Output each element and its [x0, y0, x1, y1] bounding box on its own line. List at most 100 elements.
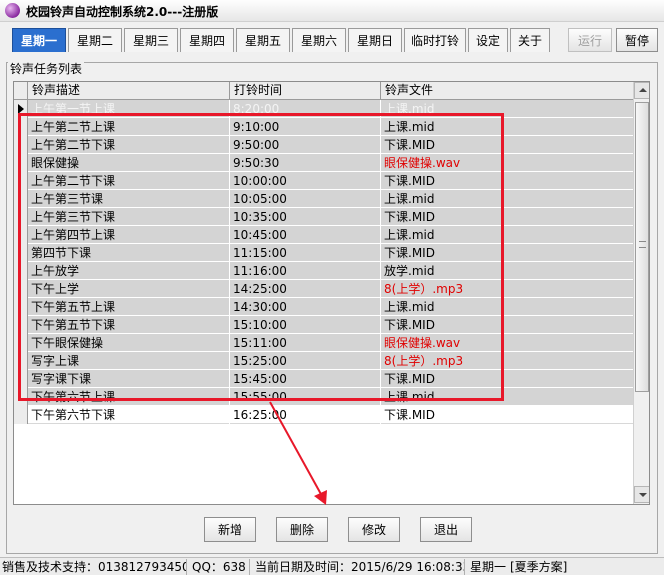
table-row[interactable]: 上午第三节下课 10:35:00 下课.MID: [14, 208, 634, 226]
cell-time: 15:55:00: [230, 388, 381, 406]
row-indicator[interactable]: [14, 208, 28, 226]
table-row[interactable]: 下午上学 14:25:00 8(上学）.mp3: [14, 280, 634, 298]
title-bar: 校园铃声自动控制系统2.0---注册版: [0, 0, 664, 22]
cell-time: 9:50:30: [230, 154, 381, 172]
tab-6[interactable]: 星期六: [292, 28, 346, 52]
row-indicator[interactable]: [14, 118, 28, 136]
row-indicator[interactable]: [14, 370, 28, 388]
tab-7[interactable]: 星期日: [348, 28, 402, 52]
task-table[interactable]: 铃声描述 打铃时间 铃声文件 上午第一节上课 8:20:00 上课.mid 上午第二节…: [13, 81, 650, 505]
table-row[interactable]: 上午第二节上课 9:10:00 上课.mid: [14, 118, 634, 136]
cell-file: 下课.MID: [381, 172, 634, 190]
table-row[interactable]: 下午第五节下课 15:10:00 下课.MID: [14, 316, 634, 334]
table-rows: 上午第一节上课 8:20:00 上课.mid 上午第二节上课 9:10:00 上课.mid…: [14, 100, 634, 424]
cell-file: 下课.MID: [381, 370, 634, 388]
row-indicator[interactable]: [14, 388, 28, 406]
cell-time: 15:25:00: [230, 352, 381, 370]
tab-5[interactable]: 星期五: [236, 28, 290, 52]
scroll-up-button[interactable]: [634, 82, 649, 99]
tab-8[interactable]: 临时打铃: [404, 28, 466, 52]
window-title: 校园铃声自动控制系统2.0---注册版: [26, 5, 219, 19]
row-indicator[interactable]: [14, 406, 28, 424]
cell-time: 10:35:00: [230, 208, 381, 226]
cell-file: 8(上学）.mp3: [381, 352, 634, 370]
cell-file: 下课.MID: [381, 136, 634, 154]
cell-file: 下课.MID: [381, 406, 634, 424]
run-button[interactable]: 运行: [568, 28, 612, 52]
cell-desc: 上午第一节上课: [28, 100, 230, 118]
cell-desc: 写字上课: [28, 352, 230, 370]
column-header-time[interactable]: 打铃时间: [230, 82, 381, 100]
cell-desc: 下午上学: [28, 280, 230, 298]
cell-desc: 上午第三节课: [28, 190, 230, 208]
add-button[interactable]: 新增: [204, 517, 256, 542]
cell-time: 15:10:00: [230, 316, 381, 334]
cell-file: 上课.mid: [381, 226, 634, 244]
tab-1[interactable]: 星期一: [12, 28, 66, 52]
table-row[interactable]: 下午第六节上课 15:55:00 上课.mid: [14, 388, 634, 406]
row-indicator[interactable]: [14, 226, 28, 244]
row-indicator[interactable]: [14, 352, 28, 370]
table-row[interactable]: 上午第一节上课 8:20:00 上课.mid: [14, 100, 634, 118]
table-row[interactable]: 上午第三节课 10:05:00 上课.mid: [14, 190, 634, 208]
grip-icon: [639, 241, 646, 248]
tab-9[interactable]: 设定: [468, 28, 508, 52]
cell-file: 上课.mid: [381, 190, 634, 208]
cell-file: 上课.mid: [381, 118, 634, 136]
table-row[interactable]: 上午第二节下课 10:00:00 下课.MID: [14, 172, 634, 190]
row-indicator[interactable]: [14, 262, 28, 280]
cell-file: 下课.MID: [381, 208, 634, 226]
exit-button[interactable]: 退出: [420, 517, 472, 542]
current-datetime: 当前日期及时间：2015/6/29 16:08:33: [255, 559, 465, 575]
status-bar: 销售及技术支持：013812793450 QQ：638 当前日期及时间：2015…: [0, 557, 664, 575]
cell-time: 14:30:00: [230, 298, 381, 316]
tab-3[interactable]: 星期三: [124, 28, 178, 52]
row-indicator[interactable]: [14, 280, 28, 298]
row-indicator[interactable]: [14, 244, 28, 262]
cell-desc: 上午第二节下课: [28, 136, 230, 154]
row-indicator[interactable]: [14, 316, 28, 334]
scroll-down-arrow-icon: [639, 493, 647, 497]
edit-button[interactable]: 修改: [348, 517, 400, 542]
current-weekday: 星期一: [470, 560, 507, 574]
table-row[interactable]: 第四节下课 11:15:00 下课.MID: [14, 244, 634, 262]
row-indicator[interactable]: [14, 154, 28, 172]
scroll-down-button[interactable]: [634, 486, 649, 503]
cell-time: 15:45:00: [230, 370, 381, 388]
cell-time: 10:05:00: [230, 190, 381, 208]
cell-desc: 下午第五节下课: [28, 316, 230, 334]
scroll-thumb[interactable]: [635, 102, 649, 392]
column-header-file[interactable]: 铃声文件: [381, 82, 634, 100]
row-indicator-header: [14, 82, 28, 100]
table-row[interactable]: 眼保健操 9:50:30 眼保健操.wav: [14, 154, 634, 172]
table-row[interactable]: 下午第六节下课 16:25:00 下课.MID: [14, 406, 634, 424]
cell-file: 8(上学）.mp3: [381, 280, 634, 298]
table-header: 铃声描述 打铃时间 铃声文件: [14, 82, 634, 100]
tab-2[interactable]: 星期二: [68, 28, 122, 52]
table-row[interactable]: 上午放学 11:16:00 放学.mid: [14, 262, 634, 280]
cell-desc: 眼保健操: [28, 154, 230, 172]
support-contact: 销售及技术支持：013812793450: [2, 559, 187, 575]
table-row[interactable]: 下午眼保健操 15:11:00 眼保健操.wav: [14, 334, 634, 352]
column-header-desc[interactable]: 铃声描述: [28, 82, 230, 100]
row-indicator[interactable]: [14, 136, 28, 154]
table-row[interactable]: 上午第四节上课 10:45:00 上课.mid: [14, 226, 634, 244]
table-row[interactable]: 上午第二节下课 9:50:00 下课.MID: [14, 136, 634, 154]
current-row-arrow-icon: [18, 104, 24, 114]
table-row[interactable]: 下午第五节上课 14:30:00 上课.mid: [14, 298, 634, 316]
table-row[interactable]: 写字上课 15:25:00 8(上学）.mp3: [14, 352, 634, 370]
vertical-scrollbar[interactable]: [633, 82, 649, 504]
row-indicator[interactable]: [14, 172, 28, 190]
row-indicator[interactable]: [14, 298, 28, 316]
tab-10[interactable]: 关于: [510, 28, 550, 52]
cell-desc: 上午第二节下课: [28, 172, 230, 190]
tab-4[interactable]: 星期四: [180, 28, 234, 52]
row-indicator[interactable]: [14, 334, 28, 352]
table-row[interactable]: 写字课下课 15:45:00 下课.MID: [14, 370, 634, 388]
row-indicator[interactable]: [14, 190, 28, 208]
cell-time: 10:00:00: [230, 172, 381, 190]
delete-button[interactable]: 删除: [276, 517, 328, 542]
schedule-plan: [夏季方案]: [510, 560, 568, 574]
pause-button[interactable]: 暂停: [616, 28, 658, 52]
row-indicator[interactable]: [14, 100, 28, 118]
